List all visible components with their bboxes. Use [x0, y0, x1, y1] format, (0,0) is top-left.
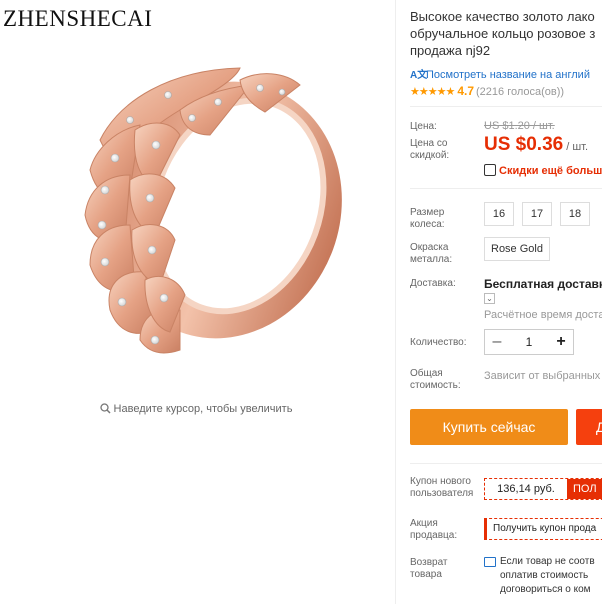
- metal-color-label-line: Окраска: [410, 242, 449, 253]
- return-policy-line: договориться о ком: [500, 584, 591, 595]
- price-label: Цена:: [410, 121, 437, 132]
- quantity-stepper: – 1 +: [484, 329, 574, 355]
- product-title-line: обручальное кольцо розовое з: [410, 26, 596, 41]
- new-user-coupon-label-line: Купон нового: [410, 476, 471, 487]
- shipping-method[interactable]: Бесплатная доставка |: [484, 277, 602, 291]
- product-image[interactable]: [60, 40, 360, 360]
- zoom-hint-text: Наведите курсор, чтобы увеличить: [113, 403, 293, 415]
- seller-promo-label: Акция продавца:: [410, 518, 457, 542]
- return-policy-icon: [484, 557, 496, 567]
- product-title-line: Высокое качество золото лако: [410, 9, 595, 24]
- size-option-16[interactable]: 16: [484, 202, 514, 226]
- quantity-decrease-button[interactable]: –: [485, 330, 509, 354]
- discount-price-value: US $0.36: [484, 134, 564, 155]
- quantity-input[interactable]: 1: [509, 335, 549, 349]
- total-cost-value: Зависит от выбранных: [484, 370, 601, 382]
- rating-stars: ★★★★★: [410, 86, 455, 98]
- quantity-increase-button[interactable]: +: [549, 330, 573, 354]
- price-unit: / шт.: [566, 141, 589, 153]
- seller-coupon-button[interactable]: Получить купон прода: [484, 518, 602, 540]
- returns-label-line: Возврат: [410, 557, 448, 568]
- new-user-coupon-label: Купон нового пользователя: [410, 476, 473, 500]
- metal-option-rose-gold[interactable]: Rose Gold: [484, 237, 550, 261]
- returns-label-line: товара: [410, 569, 442, 580]
- shipping-dropdown-chevron-icon[interactable]: ⌄: [484, 293, 495, 304]
- size-label-line: Размер: [410, 207, 445, 218]
- rating-score: 4.7: [457, 84, 474, 98]
- total-cost-label: Общая стоимость:: [410, 368, 461, 392]
- shipping-label: Доставка:: [410, 278, 456, 289]
- total-cost-label-line: Общая: [410, 368, 443, 379]
- more-discounts-link[interactable]: Скидки ещё больше: [484, 164, 602, 177]
- translate-link-text: Посмотреть название на англий: [426, 69, 590, 81]
- size-option-18[interactable]: 18: [560, 202, 590, 226]
- translate-link[interactable]: A文Посмотреть название на англий: [410, 66, 590, 81]
- metal-color-label-line: металла:: [410, 254, 453, 265]
- total-cost-label-line: стоимость:: [410, 380, 461, 391]
- discount-price-label: Цена со скидкой:: [410, 138, 449, 162]
- old-price: US $1.20 / шт.: [484, 120, 555, 132]
- more-discounts-text: Скидки ещё больше: [499, 165, 602, 177]
- seller-promo-label-line: Акция: [410, 518, 438, 529]
- rating: ★★★★★ 4.7 (2216 голоса(ов)): [410, 84, 564, 98]
- magnifier-icon: [99, 403, 111, 417]
- discount-price-label-line: скидкой:: [410, 150, 450, 161]
- return-policy-line: оплатив стоимость: [500, 570, 589, 581]
- brand-watermark: ZHENSHECAI: [3, 6, 153, 31]
- quantity-label: Количество:: [410, 337, 467, 348]
- product-title-line: продажа nj92: [410, 43, 491, 58]
- discount-price: US $0.36/ шт.: [484, 134, 588, 156]
- discount-price-label-line: Цена со: [410, 138, 448, 149]
- product-gallery: ZHENSHECAI Наведите курсор, чтобы увелич…: [0, 0, 392, 604]
- coupon-amount: 136,14 руб.: [485, 479, 567, 499]
- size-label: Размер колеса:: [410, 207, 445, 231]
- seller-promo-label-line: продавца:: [410, 530, 458, 541]
- buy-now-button[interactable]: Купить сейчас: [410, 409, 568, 445]
- zoom-hint: Наведите курсор, чтобы увеличить: [0, 403, 392, 417]
- size-label-line: колеса:: [410, 219, 445, 230]
- return-policy-text: Если товар не соотв оплатив стоимость до…: [500, 555, 595, 597]
- product-details-panel: Высокое качество золото лако обручальное…: [396, 0, 602, 604]
- return-policy-line: Если товар не соотв: [500, 556, 595, 567]
- translate-icon: A文: [410, 70, 428, 81]
- ring-illustration: [84, 67, 342, 354]
- product-title: Высокое качество золото лако обручальное…: [410, 8, 602, 59]
- metal-color-label: Окраска металла:: [410, 242, 452, 266]
- new-user-coupon-label-line: пользователя: [410, 488, 474, 499]
- divider: [410, 463, 602, 464]
- returns-label: Возврат товара: [410, 557, 448, 581]
- qr-code-icon: [484, 164, 496, 176]
- new-user-coupon: 136,14 руб. ПОЛ: [484, 478, 602, 500]
- review-count-link[interactable]: (2216 голоса(ов)): [476, 86, 564, 98]
- add-to-cart-button[interactable]: Д: [576, 409, 602, 445]
- divider: [410, 188, 602, 189]
- divider: [410, 106, 602, 107]
- get-coupon-button[interactable]: ПОЛ: [567, 479, 602, 499]
- size-option-17[interactable]: 17: [522, 202, 552, 226]
- delivery-time: Расчётное время доста: [484, 309, 602, 321]
